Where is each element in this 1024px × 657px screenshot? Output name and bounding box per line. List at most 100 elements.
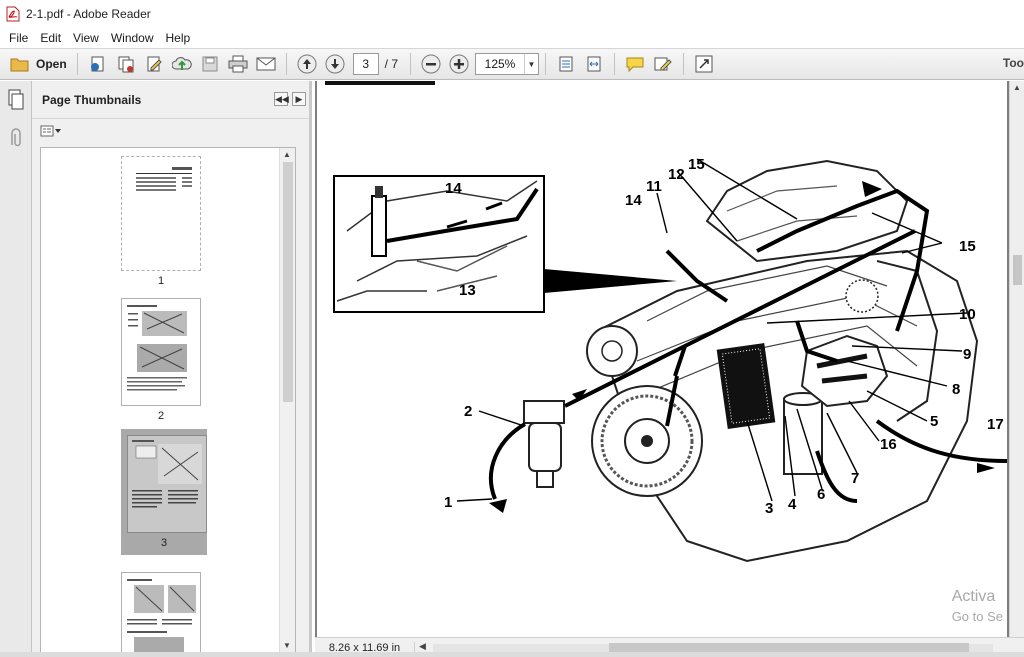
callout-13: 13 (459, 282, 476, 299)
fit-width-button[interactable] (581, 52, 607, 76)
menu-view[interactable]: View (67, 31, 105, 45)
bottom-edge (0, 652, 1024, 657)
scroll-up-icon[interactable]: ▲ (283, 150, 291, 159)
callout-12: 12 (668, 166, 685, 183)
edit-pdf-button[interactable] (141, 52, 167, 76)
menu-edit[interactable]: Edit (34, 31, 67, 45)
callout-4: 4 (788, 496, 797, 513)
thumbnail-page-3[interactable]: 3 (121, 429, 207, 555)
toolbar-separator (614, 53, 616, 75)
windows-activation-watermark: Activa Go to Se (952, 587, 1003, 627)
expand-icon (695, 55, 713, 73)
save-icon (202, 56, 218, 72)
callout-14-inset: 14 (445, 180, 462, 197)
thumbnail-image (127, 435, 207, 533)
thumbnail-label: 2 (157, 410, 165, 422)
combine-files-button[interactable] (113, 52, 139, 76)
tools-link[interactable]: Too (1003, 56, 1024, 70)
document-view: 1 2 3 4 5 6 7 8 9 10 11 12 13 14 14 15 1… (315, 81, 1024, 657)
minus-icon (421, 54, 441, 74)
thumbnail-page-4[interactable] (121, 572, 201, 652)
fuel-system-diagram: 1 2 3 4 5 6 7 8 9 10 11 12 13 14 14 15 1… (325, 81, 1007, 563)
primary-fuel-filter (523, 400, 565, 488)
panel-header: Page Thumbnails ◀◀ ▶ (32, 81, 309, 119)
panel-title: Page Thumbnails (42, 92, 142, 107)
window-title: 2-1.pdf - Adobe Reader (26, 7, 151, 21)
scrollbar-thumb[interactable] (1013, 255, 1022, 285)
menu-bar: File Edit View Window Help (0, 28, 1024, 48)
toolbar-separator (285, 53, 287, 75)
attachments-icon[interactable] (6, 127, 26, 149)
envelope-icon (256, 57, 276, 71)
chevron-down-icon[interactable]: ▼ (524, 54, 538, 74)
engine-illustration (586, 159, 979, 563)
navigation-pane (0, 81, 32, 657)
print-button[interactable] (225, 52, 251, 76)
scroll-left-icon[interactable]: ◀ (419, 641, 426, 652)
thumbnail-page-2[interactable]: 2 (121, 298, 201, 422)
callout-3: 3 (765, 500, 773, 517)
callout-2: 2 (464, 403, 472, 420)
printer-icon (228, 55, 248, 73)
thumbnails-scrollbar[interactable]: ▲ ▼ (279, 148, 295, 652)
collapse-panel-icon[interactable]: ◀◀ (274, 92, 289, 106)
thumbnails-panel: Page Thumbnails ◀◀ ▶ 1 2 3 ▲ ▼ (32, 81, 312, 657)
previous-page-button[interactable] (294, 52, 320, 76)
page-total: / 7 (384, 57, 399, 71)
edit-document-icon (147, 56, 162, 72)
comment-button[interactable] (622, 52, 648, 76)
document-vertical-scrollbar[interactable]: ▲ (1009, 81, 1024, 637)
email-button[interactable] (253, 52, 279, 76)
callout-9: 9 (963, 346, 971, 363)
callout-1: 1 (444, 494, 452, 511)
thumbnail-page-1[interactable]: 1 (121, 156, 201, 287)
page-thumbnails-icon[interactable] (6, 89, 26, 111)
menu-file[interactable]: File (3, 31, 34, 45)
title-bar: 2-1.pdf - Adobe Reader (0, 0, 1024, 28)
zoom-out-button[interactable] (418, 52, 444, 76)
watermark-line-1: Activa (951, 588, 996, 605)
injector-detail-inset (333, 175, 545, 313)
cut-off-heading (325, 81, 435, 85)
thumbnail-image (121, 572, 201, 652)
document-page[interactable]: 1 2 3 4 5 6 7 8 9 10 11 12 13 14 14 15 1… (317, 81, 1007, 637)
fit-page-icon (559, 56, 573, 72)
selected-thumbnail-highlight: 3 (121, 429, 207, 555)
menu-help[interactable]: Help (160, 31, 197, 45)
menu-window[interactable]: Window (105, 31, 160, 45)
callout-6: 6 (817, 486, 825, 503)
callout-16: 16 (880, 436, 897, 453)
cloud-upload-icon (171, 57, 192, 70)
create-pdf-button[interactable] (85, 52, 111, 76)
highlighter-icon (654, 57, 672, 71)
upload-button[interactable] (169, 52, 195, 76)
zoom-in-button[interactable] (446, 52, 472, 76)
fit-page-button[interactable] (553, 52, 579, 76)
toolbar-separator (683, 53, 685, 75)
callout-7: 7 (851, 470, 859, 487)
open-button[interactable]: Open (6, 52, 71, 76)
toolbar-separator (545, 53, 547, 75)
options-menu-icon[interactable] (40, 125, 62, 140)
fit-width-icon (587, 56, 601, 72)
inset-pointer (544, 269, 677, 293)
thumbnails-list: 1 2 3 ▲ ▼ (40, 147, 296, 653)
scroll-up-icon[interactable]: ▲ (1013, 83, 1021, 92)
flow-arrow (489, 499, 507, 513)
save-button[interactable] (197, 52, 223, 76)
thumbnail-label: 1 (157, 275, 165, 287)
scroll-down-icon[interactable]: ▼ (283, 641, 291, 650)
scrollbar-thumb[interactable] (283, 162, 293, 402)
highlight-button[interactable] (650, 52, 676, 76)
zoom-select[interactable]: 125% ▼ (475, 53, 540, 75)
expand-button[interactable] (691, 52, 717, 76)
next-page-button[interactable] (322, 52, 348, 76)
pdf-file-icon (6, 6, 20, 22)
flow-arrow (977, 463, 995, 473)
callout-14: 14 (625, 192, 642, 209)
expand-panel-icon[interactable]: ▶ (292, 92, 306, 106)
toolbar: Open 3 / 7 125% ▼ Too (0, 48, 1024, 80)
arrow-up-icon (297, 54, 317, 74)
comment-icon (626, 57, 644, 73)
page-number-input[interactable]: 3 (352, 53, 379, 75)
